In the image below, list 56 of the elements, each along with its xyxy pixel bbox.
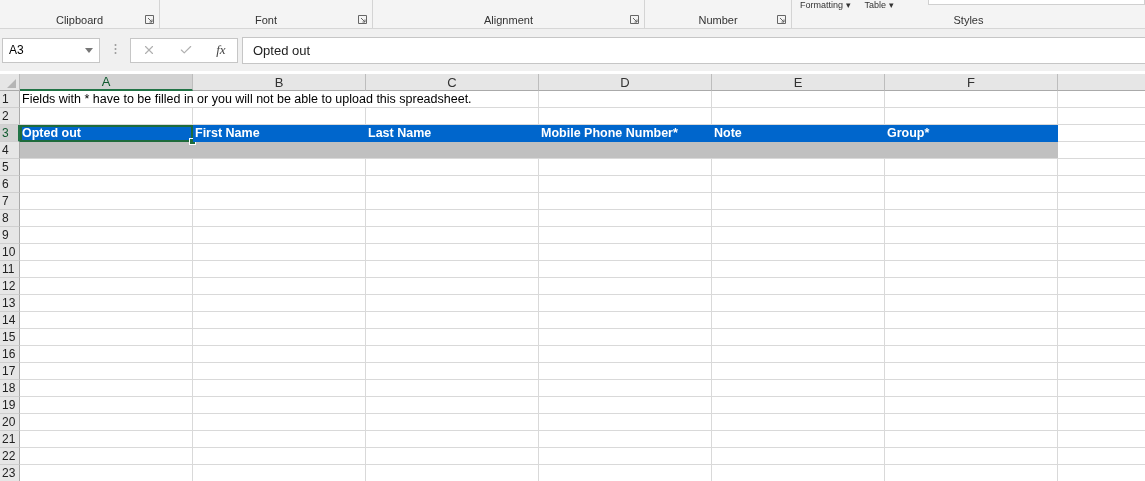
column-header[interactable] <box>1058 74 1145 91</box>
note-text: Fields with * have to be filled in or you will not be able to upload this spreadsheet. <box>20 91 539 108</box>
header-cell[interactable]: Last Name <box>366 125 539 142</box>
group-label: Styles <box>953 14 984 26</box>
row-header[interactable]: 16 <box>0 346 20 363</box>
row-header[interactable]: 15 <box>0 329 20 346</box>
check-icon[interactable] <box>179 43 194 57</box>
style-gallery[interactable] <box>928 0 1145 5</box>
column-header[interactable]: F <box>885 74 1058 91</box>
dialog-launcher-icon[interactable] <box>358 15 367 24</box>
group-label: Font <box>255 14 277 26</box>
header-cell[interactable]: Mobile Phone Number* <box>539 125 712 142</box>
row-header[interactable]: 2 <box>0 108 20 125</box>
row-header[interactable]: 7 <box>0 193 20 210</box>
insert-function-button[interactable]: fx <box>216 42 226 58</box>
header-cell[interactable]: Group* <box>885 125 1058 142</box>
row-header[interactable]: 21 <box>0 431 20 448</box>
row-header[interactable]: 4 <box>0 142 20 159</box>
column-header[interactable]: B <box>193 74 366 91</box>
row-header[interactable]: 11 <box>0 261 20 278</box>
select-all-icon[interactable] <box>7 79 16 88</box>
vertical-dots-icon[interactable] <box>113 42 117 55</box>
dialog-launcher-icon[interactable] <box>145 15 154 24</box>
row-header[interactable]: 14 <box>0 312 20 329</box>
selected-header-cell[interactable]: Opted out <box>20 125 193 142</box>
row-header[interactable]: 13 <box>0 295 20 312</box>
column-header[interactable]: C <box>366 74 539 91</box>
row-header[interactable]: 18 <box>0 380 20 397</box>
row-header[interactable]: 23 <box>0 465 20 481</box>
style-button[interactable]: Formatting ▾ <box>800 0 851 10</box>
row-header[interactable]: 12 <box>0 278 20 295</box>
name-box[interactable]: A3 <box>2 37 100 63</box>
row-header[interactable]: 20 <box>0 414 20 431</box>
row-header[interactable]: 19 <box>0 397 20 414</box>
formula-input[interactable]: Opted out <box>242 36 1145 64</box>
column-header[interactable]: A <box>20 74 193 91</box>
row-header[interactable]: 6 <box>0 176 20 193</box>
row-header[interactable]: 8 <box>0 210 20 227</box>
group-label: Clipboard <box>55 14 104 26</box>
row-header[interactable]: 10 <box>0 244 20 261</box>
row-header[interactable]: 22 <box>0 448 20 465</box>
header-cell[interactable]: Note <box>712 125 885 142</box>
row-header[interactable]: 5 <box>0 159 20 176</box>
dropdown-caret-icon[interactable] <box>85 47 93 53</box>
row-header[interactable]: 3 <box>0 125 20 142</box>
column-header[interactable]: E <box>712 74 885 91</box>
dialog-launcher-icon[interactable] <box>777 15 786 24</box>
style-button[interactable]: Table ▾ <box>864 0 894 10</box>
group-label: Alignment <box>484 14 533 26</box>
row-header[interactable]: 9 <box>0 227 20 244</box>
header-cell[interactable]: First Name <box>193 125 366 142</box>
group-label: Number <box>698 14 738 26</box>
row-header[interactable]: 17 <box>0 363 20 380</box>
column-header[interactable]: D <box>539 74 712 91</box>
dialog-launcher-icon[interactable] <box>630 15 639 24</box>
row-header[interactable]: 1 <box>0 91 20 108</box>
